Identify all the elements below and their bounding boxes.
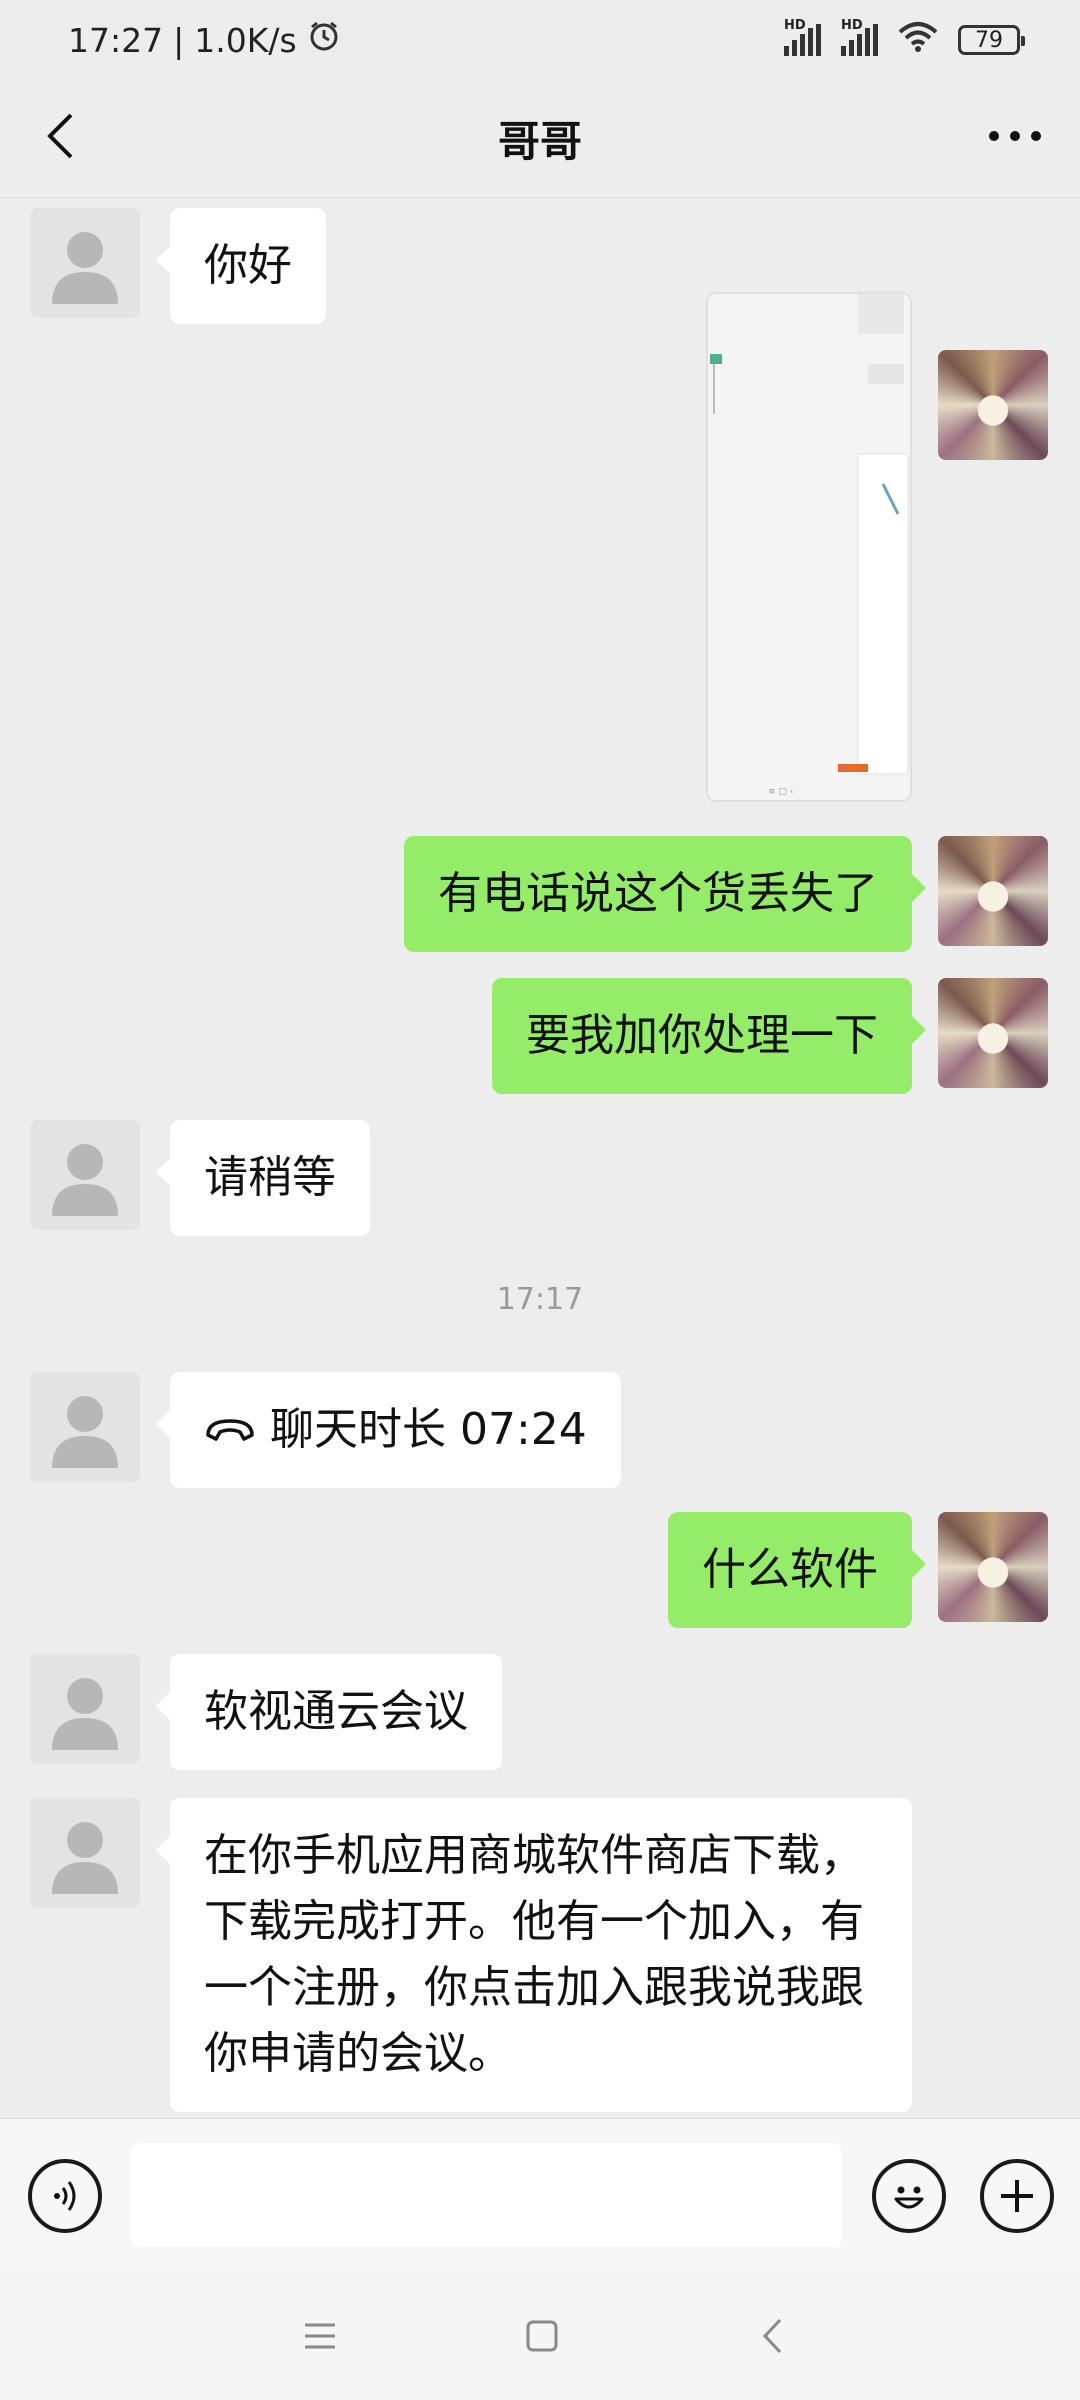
status-right: HD HD 79 — [784, 18, 1025, 60]
separator: | — [173, 20, 185, 60]
menu-icon — [305, 2323, 335, 2349]
signal-strength-icon-2: HD — [841, 18, 878, 56]
alarm-clock-icon — [307, 19, 341, 61]
default-avatar-icon — [52, 1678, 118, 1750]
status-bar: 17:27 | 1.0K/s HD HD 79 — [0, 0, 1080, 80]
my-avatar[interactable] — [938, 836, 1048, 946]
plus-icon — [1001, 2180, 1033, 2212]
home-square-icon — [526, 2320, 558, 2352]
message-bubble-incoming[interactable]: 软视通云会议 — [156, 1654, 502, 1770]
call-record-bubble[interactable]: 聊天时长 07:24 — [156, 1372, 621, 1488]
emoji-icon — [894, 2186, 924, 2209]
emoji-button[interactable] — [872, 2159, 946, 2233]
call-duration-text: 聊天时长 07:24 — [270, 1404, 587, 1455]
more-dots-icon — [989, 131, 1041, 141]
my-avatar[interactable] — [938, 978, 1048, 1088]
message-bubble-outgoing[interactable]: 什么软件 — [668, 1512, 926, 1628]
message-bubble-incoming[interactable]: 你好 — [156, 208, 326, 324]
chat-header: 哥哥 — [0, 80, 1080, 198]
my-avatar[interactable] — [938, 350, 1048, 460]
image-thumbnail: ≡ □ ‹ — [708, 294, 910, 800]
status-left: 17:27 | 1.0K/s — [68, 19, 341, 61]
svg-text:≡ □ ‹: ≡ □ ‹ — [768, 787, 793, 797]
battery-level: 79 — [975, 27, 1003, 53]
default-avatar-icon — [52, 1396, 118, 1468]
message-input[interactable] — [130, 2143, 842, 2247]
contact-avatar[interactable] — [30, 1798, 140, 1908]
message-bubble-incoming[interactable]: 在你手机应用商城软件商店下载，下载完成打开。他有一个加入，有一个注册，你点击加入… — [156, 1798, 912, 2112]
message-bubble-outgoing[interactable]: 有电话说这个货丢失了 — [404, 836, 926, 952]
message-bubble-incoming[interactable]: 请稍等 — [156, 1120, 370, 1236]
contact-avatar[interactable] — [30, 208, 140, 318]
message-bubble-outgoing[interactable]: 要我加你处理一下 — [492, 978, 926, 1094]
wifi-icon — [898, 20, 938, 60]
my-avatar[interactable] — [938, 1512, 1048, 1622]
default-avatar-icon — [52, 1144, 118, 1216]
network-speed: 1.0K/s — [194, 20, 297, 60]
more-button[interactable] — [980, 106, 1050, 166]
default-avatar-icon — [52, 232, 118, 304]
contact-avatar[interactable] — [30, 1120, 140, 1230]
menu-button[interactable] — [290, 2306, 350, 2366]
default-avatar-icon — [52, 1822, 118, 1894]
chevron-left-icon — [47, 113, 73, 159]
clock: 17:27 — [68, 20, 164, 60]
system-nav-bar — [0, 2272, 1080, 2400]
voice-button[interactable] — [28, 2159, 102, 2233]
contact-avatar[interactable] — [30, 1372, 140, 1482]
phone-hangup-icon — [206, 1419, 254, 1441]
battery-icon: 79 — [958, 25, 1025, 55]
home-button[interactable] — [512, 2306, 572, 2366]
message-timestamp: 17:17 — [496, 1282, 584, 1317]
plus-button[interactable] — [980, 2159, 1054, 2233]
image-message[interactable]: ≡ □ ‹ — [706, 292, 912, 802]
back-triangle-icon — [762, 2318, 782, 2354]
back-button[interactable] — [30, 106, 90, 166]
chat-title: 哥哥 — [497, 117, 582, 166]
nav-back-button[interactable] — [742, 2306, 802, 2366]
signal-strength-icon: HD — [784, 18, 821, 56]
input-bar — [0, 2118, 1080, 2272]
voice-icon — [54, 2181, 76, 2211]
contact-avatar[interactable] — [30, 1654, 140, 1764]
